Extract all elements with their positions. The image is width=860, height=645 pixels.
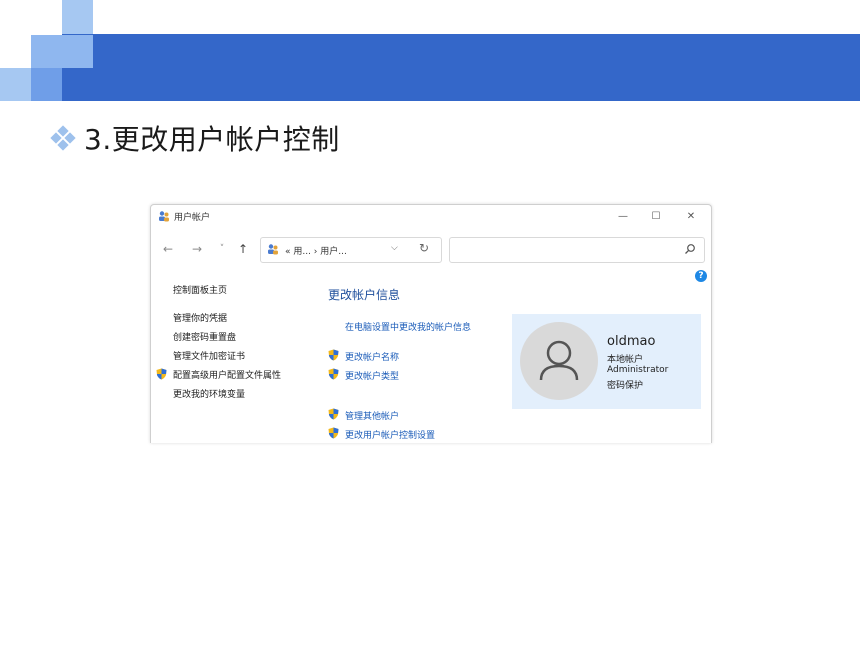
link-manage-other-accounts[interactable]: 管理其他帐户 — [345, 409, 399, 422]
shield-icon — [328, 349, 339, 361]
bullet-icon — [50, 125, 76, 151]
search-input[interactable] — [449, 237, 705, 263]
sidebar-item-manage-credentials[interactable]: 管理你的凭据 — [173, 311, 227, 324]
close-button[interactable]: ✕ — [681, 208, 701, 225]
maximize-button[interactable]: ☐ — [646, 208, 666, 225]
header-band — [62, 34, 860, 101]
up-button[interactable]: ↑ — [234, 240, 252, 258]
sidebar-item-file-encryption[interactable]: 管理文件加密证书 — [173, 349, 245, 362]
help-button[interactable]: ? — [695, 270, 707, 282]
avatar — [520, 322, 598, 400]
password-status: 密码保护 — [607, 381, 644, 391]
search-icon — [685, 244, 695, 254]
breadcrumb[interactable]: « 用... › 用户... — [285, 244, 347, 257]
decor-square — [31, 68, 62, 101]
sidebar-item-control-panel-home[interactable]: 控制面板主页 — [173, 283, 227, 296]
user-name: oldmao — [607, 334, 656, 349]
refresh-button[interactable]: ↻ — [419, 241, 429, 255]
toolbar: ← → ˅ ↑ « 用... › 用户... ⌵ ↻ — [151, 235, 711, 265]
minimize-button[interactable]: — — [613, 208, 633, 225]
back-button[interactable]: ← — [159, 240, 177, 258]
address-bar[interactable]: « 用... › 用户... ⌵ ↻ — [260, 237, 442, 263]
forward-button[interactable]: → — [188, 240, 206, 258]
shield-icon — [328, 408, 339, 420]
user-card: oldmao 本地帐户 Administrator 密码保护 — [512, 314, 701, 409]
shield-icon — [328, 368, 339, 380]
user-accounts-window: 用户帐户 — ☐ ✕ ← → ˅ ↑ « 用... › 用户... ⌵ ↻ 控制… — [150, 204, 712, 443]
account-type: 本地帐户 — [607, 355, 644, 365]
section-heading: 更改帐户信息 — [328, 288, 401, 302]
recent-locations-button[interactable]: ˅ — [213, 240, 231, 258]
users-icon — [268, 244, 278, 255]
users-icon — [159, 211, 169, 222]
decor-square — [31, 35, 93, 68]
link-change-account-name[interactable]: 更改帐户名称 — [345, 350, 399, 363]
sidebar-item-advanced-profile[interactable]: 配置高级用户配置文件属性 — [173, 368, 281, 381]
link-pc-settings[interactable]: 在电脑设置中更改我的帐户信息 — [345, 320, 471, 333]
link-change-uac-settings[interactable]: 更改用户帐户控制设置 — [345, 428, 435, 441]
sidebar-item-environment-variables[interactable]: 更改我的环境变量 — [173, 387, 245, 400]
user-icon — [539, 340, 579, 381]
sidebar-item-password-reset-disk[interactable]: 创建密码重置盘 — [173, 330, 236, 343]
window-title: 用户帐户 — [174, 213, 211, 223]
link-change-account-type[interactable]: 更改帐户类型 — [345, 369, 399, 382]
account-group: Administrator — [607, 365, 669, 375]
chevron-down-icon[interactable]: ⌵ — [391, 243, 398, 253]
decor-square — [62, 0, 93, 35]
shield-icon — [156, 368, 167, 380]
title-bar: 用户帐户 — ☐ ✕ — [151, 205, 711, 229]
slide-title: 3.更改用户帐户控制 — [84, 123, 340, 156]
shield-icon — [328, 427, 339, 439]
